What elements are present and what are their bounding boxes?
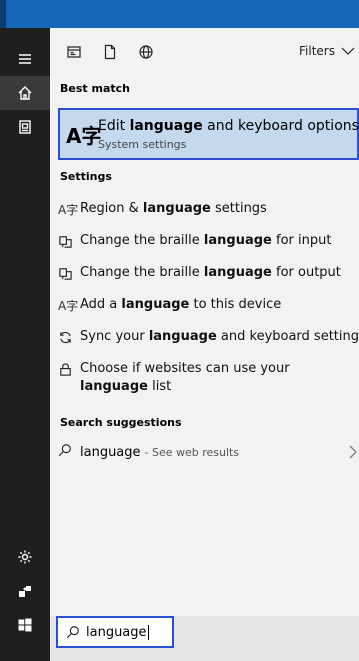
suggestion-hint: - See web results (144, 445, 240, 459)
feedback-button[interactable] (0, 574, 50, 608)
best-match-title: Edit language and keyboard options (98, 118, 359, 134)
apps-filter-button[interactable] (66, 44, 82, 60)
chevron-right-icon (349, 445, 357, 459)
hamburger-icon (19, 54, 31, 64)
filter-toolbar: Filters (50, 28, 359, 76)
document-icon (19, 120, 31, 134)
best-match-result[interactable]: A字 Edit language and keyboard options Sy… (58, 108, 359, 160)
sync-icon (60, 331, 71, 343)
search-input[interactable]: language (56, 616, 174, 648)
settings-item-add-language[interactable]: A字 Add a language to this device (58, 296, 358, 314)
title-bar-edge (0, 0, 6, 28)
documents-button[interactable] (0, 110, 50, 144)
settings-item-braille-input[interactable]: Change the braille language for input (58, 232, 358, 250)
braille-icon (59, 267, 72, 280)
language-icon: A字 (58, 298, 79, 313)
chevron-down-icon (341, 47, 355, 55)
settings-item-sync-language[interactable]: Sync your language and keyboard settings (58, 328, 359, 346)
best-match-heading: Best match (60, 82, 130, 95)
gear-icon (18, 550, 32, 564)
filters-dropdown[interactable]: Filters (299, 44, 355, 58)
search-suggestions-heading: Search suggestions (60, 416, 182, 429)
filters-label: Filters (299, 44, 335, 58)
settings-button[interactable] (0, 540, 50, 574)
settings-item-websites-language-list[interactable]: Choose if websites can use your language… (58, 360, 358, 396)
windows-logo-icon (18, 618, 32, 632)
document-icon (67, 46, 81, 58)
suggestion-term: language (80, 444, 141, 460)
globe-icon (139, 45, 153, 59)
file-icon (104, 44, 116, 60)
language-icon: A字 (66, 124, 102, 148)
left-rail (0, 28, 50, 661)
home-icon (18, 86, 32, 100)
search-results-panel: Filters Best match A字 Edit language and … (50, 28, 359, 616)
home-button[interactable] (0, 76, 50, 110)
lock-icon (60, 362, 71, 376)
web-suggestion-item[interactable]: language - See web results (58, 442, 358, 462)
braille-icon (59, 235, 72, 248)
settings-item-braille-output[interactable]: Change the braille language for output (58, 264, 358, 282)
start-button[interactable] (0, 608, 50, 642)
title-bar (0, 0, 359, 28)
text-caret (147, 624, 149, 640)
search-input-value: language (86, 624, 147, 640)
settings-item-region-language[interactable]: A字 Region & language settings (58, 200, 358, 218)
search-icon (58, 444, 71, 457)
feedback-icon (19, 586, 31, 597)
web-filter-button[interactable] (138, 44, 154, 60)
settings-heading: Settings (60, 170, 112, 183)
hamburger-menu-button[interactable] (0, 42, 50, 76)
best-match-subtitle: System settings (98, 138, 187, 151)
search-bar: language (50, 616, 359, 661)
search-icon (66, 626, 79, 639)
language-icon: A字 (58, 202, 79, 217)
documents-filter-button[interactable] (102, 44, 118, 60)
